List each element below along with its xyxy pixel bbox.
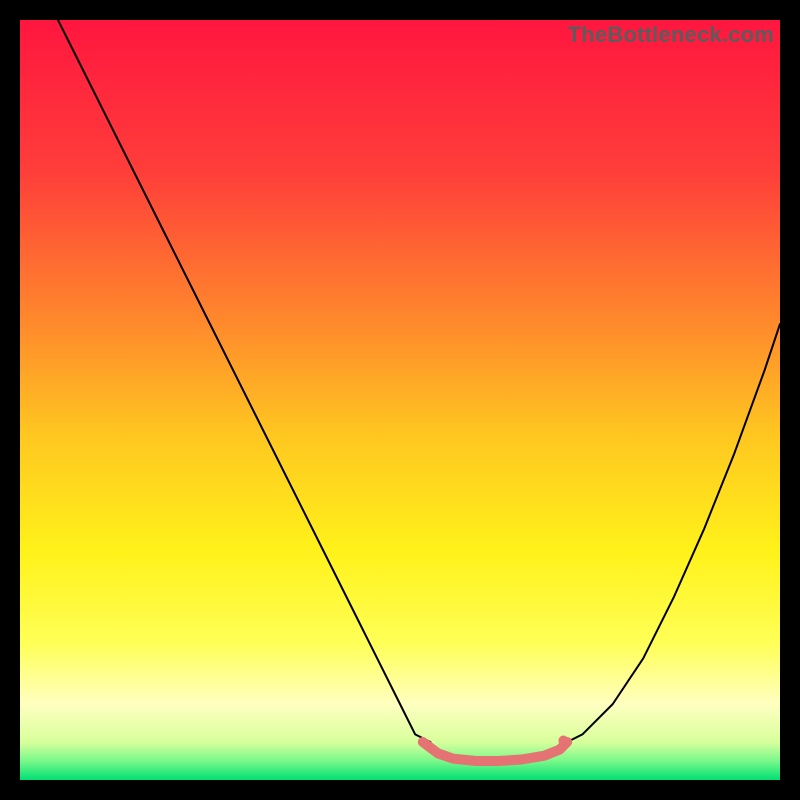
bottleneck-chart [20,20,780,780]
dots-layer [558,736,568,746]
watermark-text: TheBottleneck.com [568,22,774,48]
series-end-dot [558,736,568,746]
chart-frame: TheBottleneck.com [20,20,780,780]
chart-background [20,20,780,780]
